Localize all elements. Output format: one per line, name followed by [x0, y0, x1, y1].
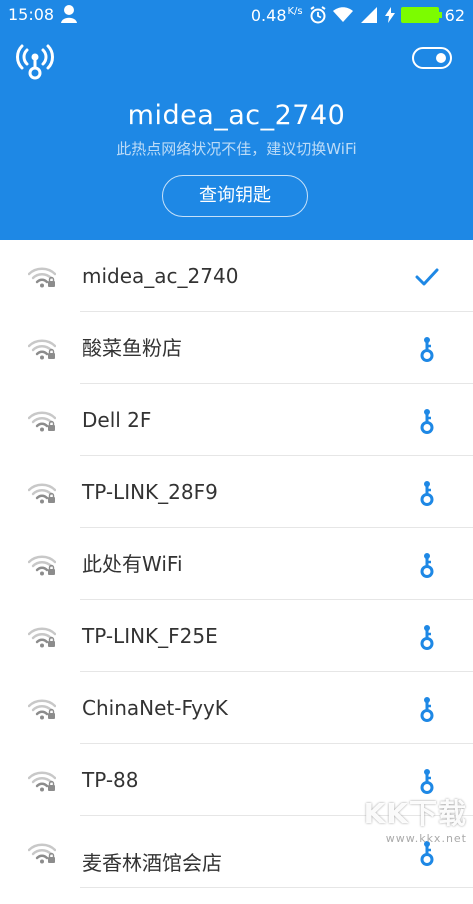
network-list: midea_ac_2740 酸菜鱼粉店 Dell 2F TP-LINK_28F9 此处有… — [0, 240, 473, 888]
connection-advice: 此热点网络状况不佳，建议切换WiFi — [116, 140, 357, 158]
network-name: 麦香林酒馆会店 — [82, 851, 222, 875]
wifi-key-logo-icon[interactable] — [14, 40, 56, 82]
wifi-locked-signal-icon — [27, 626, 57, 648]
network-name: ChinaNet-FyyK — [82, 696, 228, 720]
wifi-locked-signal-icon — [27, 698, 57, 720]
wifi-locked-signal-icon — [27, 842, 57, 864]
network-row[interactable]: Dell 2F — [0, 384, 473, 456]
status-bar: 15:08 0.48K/s 62 — [0, 0, 473, 30]
wifi-locked-signal-icon — [27, 554, 57, 576]
key-icon[interactable] — [415, 696, 439, 722]
network-row[interactable]: ChinaNet-FyyK — [0, 672, 473, 744]
mode-toggle[interactable] — [412, 47, 452, 69]
network-name: TP-LINK_28F9 — [82, 480, 218, 504]
toggle-knob — [436, 53, 446, 63]
key-icon[interactable] — [415, 552, 439, 578]
alarm-icon — [310, 6, 326, 24]
key-icon[interactable] — [415, 480, 439, 506]
check-icon[interactable] — [415, 264, 439, 290]
header: 15:08 0.48K/s 62 midea_ac_2740 此热点网络状况不佳… — [0, 0, 473, 240]
account-icon — [61, 5, 77, 23]
query-key-button[interactable]: 查询钥匙 — [162, 175, 308, 217]
current-ssid: midea_ac_2740 — [127, 100, 346, 131]
row-divider — [80, 887, 473, 888]
wifi-locked-signal-icon — [27, 482, 57, 504]
network-name: midea_ac_2740 — [82, 264, 239, 288]
watermark: KK下载 www.kkx.net — [363, 797, 467, 845]
key-icon[interactable] — [415, 624, 439, 650]
battery-level: 62 — [444, 5, 465, 25]
key-icon[interactable] — [415, 768, 439, 794]
network-row[interactable]: TP-LINK_28F9 — [0, 456, 473, 528]
key-icon[interactable] — [415, 408, 439, 434]
wifi-locked-signal-icon — [27, 266, 57, 288]
network-name: TP-LINK_F25E — [82, 624, 218, 648]
network-name: Dell 2F — [82, 408, 152, 432]
wifi-locked-signal-icon — [27, 770, 57, 792]
cellular-signal-icon — [360, 7, 377, 23]
status-time: 15:08 — [8, 5, 55, 24]
wifi-status-icon — [332, 7, 353, 22]
network-name: TP-88 — [82, 768, 139, 792]
network-name: 此处有WiFi — [82, 552, 183, 576]
wifi-locked-signal-icon — [27, 410, 57, 432]
network-row[interactable]: 酸菜鱼粉店 — [0, 312, 473, 384]
network-row[interactable]: 此处有WiFi — [0, 528, 473, 600]
network-row[interactable]: midea_ac_2740 — [0, 240, 473, 312]
network-speed: 0.48K/s — [250, 5, 303, 25]
network-name: 酸菜鱼粉店 — [82, 336, 182, 360]
network-row[interactable]: TP-LINK_F25E — [0, 600, 473, 672]
battery-icon — [400, 7, 442, 23]
status-right: 0.48K/s 62 — [251, 4, 465, 26]
key-icon[interactable] — [415, 336, 439, 362]
charging-icon — [384, 7, 395, 23]
wifi-locked-signal-icon — [27, 338, 57, 360]
